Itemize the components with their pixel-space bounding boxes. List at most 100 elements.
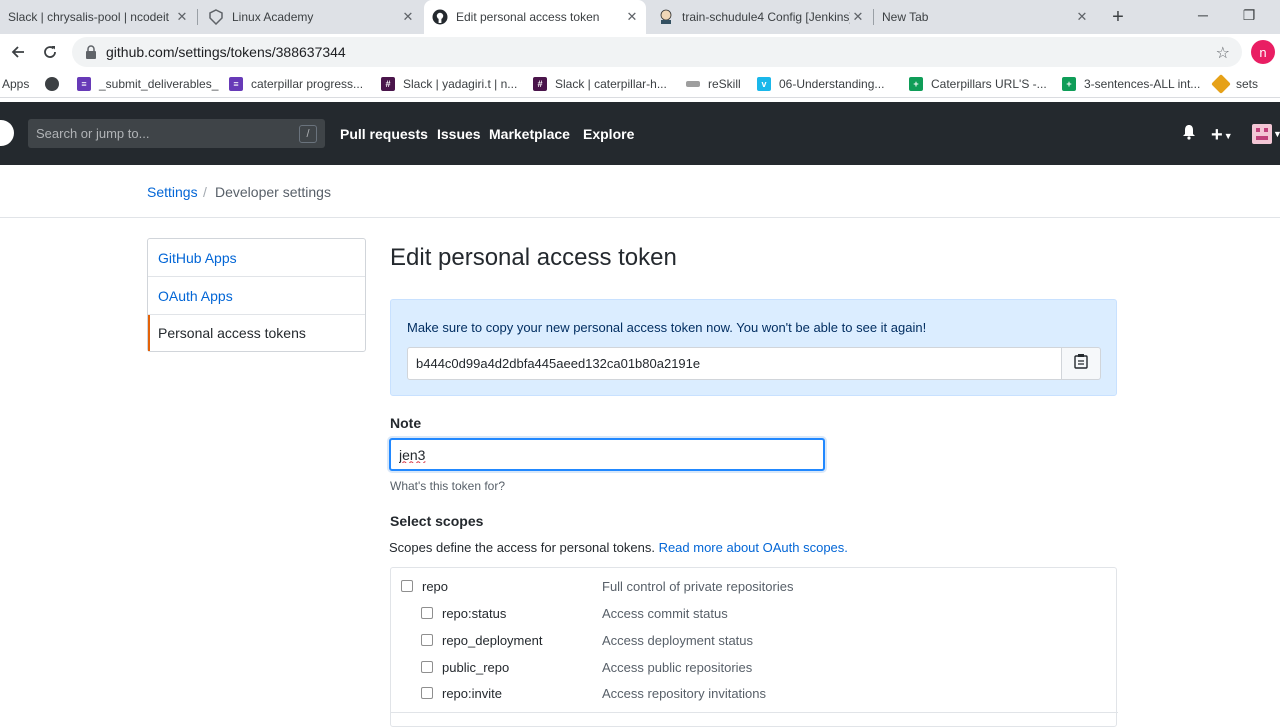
scope-checkbox-repo-deployment[interactable] [421,634,433,646]
scope-description: Access public repositories [602,660,753,675]
browser-toolbar: github.com/settings/tokens/388637344 ☆ n [0,34,1280,70]
scope-description: Access deployment status [602,633,754,648]
page-title: Edit personal access token [390,244,677,271]
copy-token-button[interactable] [1061,347,1101,380]
scope-checkbox-repo-status[interactable] [421,607,433,619]
user-avatar-icon[interactable]: ▼ [1252,124,1280,144]
search-input[interactable] [28,126,288,141]
nav-pull-requests[interactable]: Pull requests [340,126,428,142]
oauth-scopes-link[interactable]: Read more about OAuth scopes. [659,540,848,555]
minimize-icon[interactable]: ─ [1180,0,1226,30]
scope-row-repo-status: repo:status Access commit status [391,604,1118,624]
bookmark-sets[interactable]: sets [1211,74,1258,94]
menu-item-personal-access-tokens[interactable]: Personal access tokens [148,315,365,351]
scopes-description: Scopes define the access for personal to… [389,540,848,555]
github-icon [432,9,448,25]
tab-jenkins[interactable]: train-schudule4 Config [Jenkins] ✕ [650,0,872,34]
scope-row-repo: repo Full control of private repositorie… [391,577,1118,597]
tab-title: New Tab [882,10,929,24]
bookmark-label: Slack | yadagiri.t | n... [403,77,518,91]
scope-divider [391,712,1118,713]
close-icon[interactable]: ✕ [850,9,866,25]
scope-row-repo-invite: repo:invite Access repository invitation… [391,684,1118,704]
menu-item-github-apps[interactable]: GitHub Apps [148,239,365,277]
clipboard-icon [1074,353,1088,374]
profile-avatar[interactable]: n [1251,40,1275,64]
tab-title: train-schudule4 Config [Jenkins] [682,10,850,24]
address-bar[interactable]: github.com/settings/tokens/388637344 ☆ [72,37,1242,67]
breadcrumb: Settings / Developer settings [0,165,1280,218]
scopes-description-text: Scopes define the access for personal to… [389,540,655,555]
scope-name: repo:status [442,606,507,621]
breadcrumb-separator: / [203,184,207,200]
select-scopes-label: Select scopes [390,513,484,529]
tab-new-tab[interactable]: New Tab ✕ [874,0,1096,34]
scope-checkbox-repo[interactable] [401,580,413,592]
note-hint: What's this token for? [390,479,506,493]
reload-icon[interactable] [38,40,62,64]
breadcrumb-settings-link[interactable]: Settings [147,184,198,200]
sheets-icon: + [1062,77,1076,91]
note-input[interactable] [389,438,825,471]
tab-divider [197,9,198,25]
bookmark-submit-deliverables[interactable]: ≡ _submit_deliverables_ [77,75,218,93]
search-box[interactable]: / [28,119,325,148]
bookmark-label: reSkill [708,77,741,91]
vimeo-icon: v [757,77,771,91]
browser-tab-strip: Slack | chrysalis-pool | ncodeit ✕ Linux… [0,0,1280,34]
tab-title: Slack | chrysalis-pool | ncodeit [8,10,169,24]
slack-icon: # [533,77,547,91]
bookmark-3-sentences[interactable]: + 3-sentences-ALL int... [1062,75,1200,93]
nav-issues[interactable]: Issues [437,126,481,142]
github-logo-icon[interactable] [0,120,14,146]
bookmark-star-icon[interactable]: ☆ [1216,43,1230,63]
bookmark-caterpillars-urls[interactable]: + Caterpillars URL'S -... [909,75,1047,93]
nav-marketplace[interactable]: Marketplace [489,126,570,142]
bookmark-reskill[interactable]: reSkill [686,75,741,93]
nav-explore[interactable]: Explore [583,126,634,142]
bookmark-label: _submit_deliverables_ [99,77,219,91]
plus-dropdown-icon[interactable]: + ▼ [1211,124,1233,147]
bookmark-label: Slack | caterpillar-h... [555,77,667,91]
sheets-icon: + [909,77,923,91]
close-icon[interactable]: ✕ [624,9,640,25]
menu-item-oauth-apps[interactable]: OAuth Apps [148,277,365,315]
close-icon[interactable]: ✕ [174,9,190,25]
bookmark-slack-caterpillar[interactable]: # Slack | caterpillar-h... [533,75,667,93]
jenkins-icon [658,9,674,25]
tab-linux-academy[interactable]: Linux Academy ✕ [200,0,422,34]
scope-description: Access repository invitations [602,686,767,701]
maximize-icon[interactable]: ❐ [1226,0,1272,30]
slash-key-hint: / [299,125,317,143]
scope-name: repo [422,579,449,594]
tab-title: Edit personal access token [456,10,600,24]
tab-slack-chrysalis[interactable]: Slack | chrysalis-pool | ncodeit ✕ [0,0,196,34]
breadcrumb-current: Developer settings [215,184,331,200]
bookmark-slack-yadagiri[interactable]: # Slack | yadagiri.t | n... [381,75,517,93]
close-icon[interactable]: ✕ [1074,9,1090,25]
developer-settings-menu: GitHub Apps OAuth Apps Personal access t… [147,238,366,352]
scope-name: public_repo [442,660,510,675]
bookmark-label: Caterpillars URL'S -... [931,77,1047,91]
lock-icon [84,45,98,59]
bell-icon[interactable] [1181,124,1197,140]
note-label: Note [390,415,422,431]
bookmark-apps[interactable]: Apps [2,75,29,93]
tab-edit-token[interactable]: Edit personal access token ✕ [424,0,646,34]
scope-checkbox-public-repo[interactable] [421,661,433,673]
flash-message: Make sure to copy your new personal acce… [407,320,927,335]
forms-icon: ≡ [229,77,243,91]
forms-icon: ≡ [77,77,91,91]
token-flash-notice: Make sure to copy your new personal acce… [390,299,1117,396]
bookmark-label: caterpillar progress... [251,77,364,91]
bookmark-caterpillar-progress[interactable]: ≡ caterpillar progress... [229,75,363,93]
token-value-field[interactable]: b444c0d99a4d2dbfa445aeed132ca01b80a2191e [407,347,1062,380]
close-icon[interactable]: ✕ [400,9,416,25]
scope-checkbox-repo-invite[interactable] [421,687,433,699]
back-arrow-icon[interactable] [6,40,30,64]
bookmark-globe[interactable] [45,75,67,93]
github-header: / Pull requests Issues Marketplace Explo… [0,102,1280,165]
scope-description: Access commit status [602,606,728,621]
bookmark-understanding[interactable]: v 06-Understanding... [757,75,884,93]
new-tab-button[interactable]: + [1106,5,1130,29]
